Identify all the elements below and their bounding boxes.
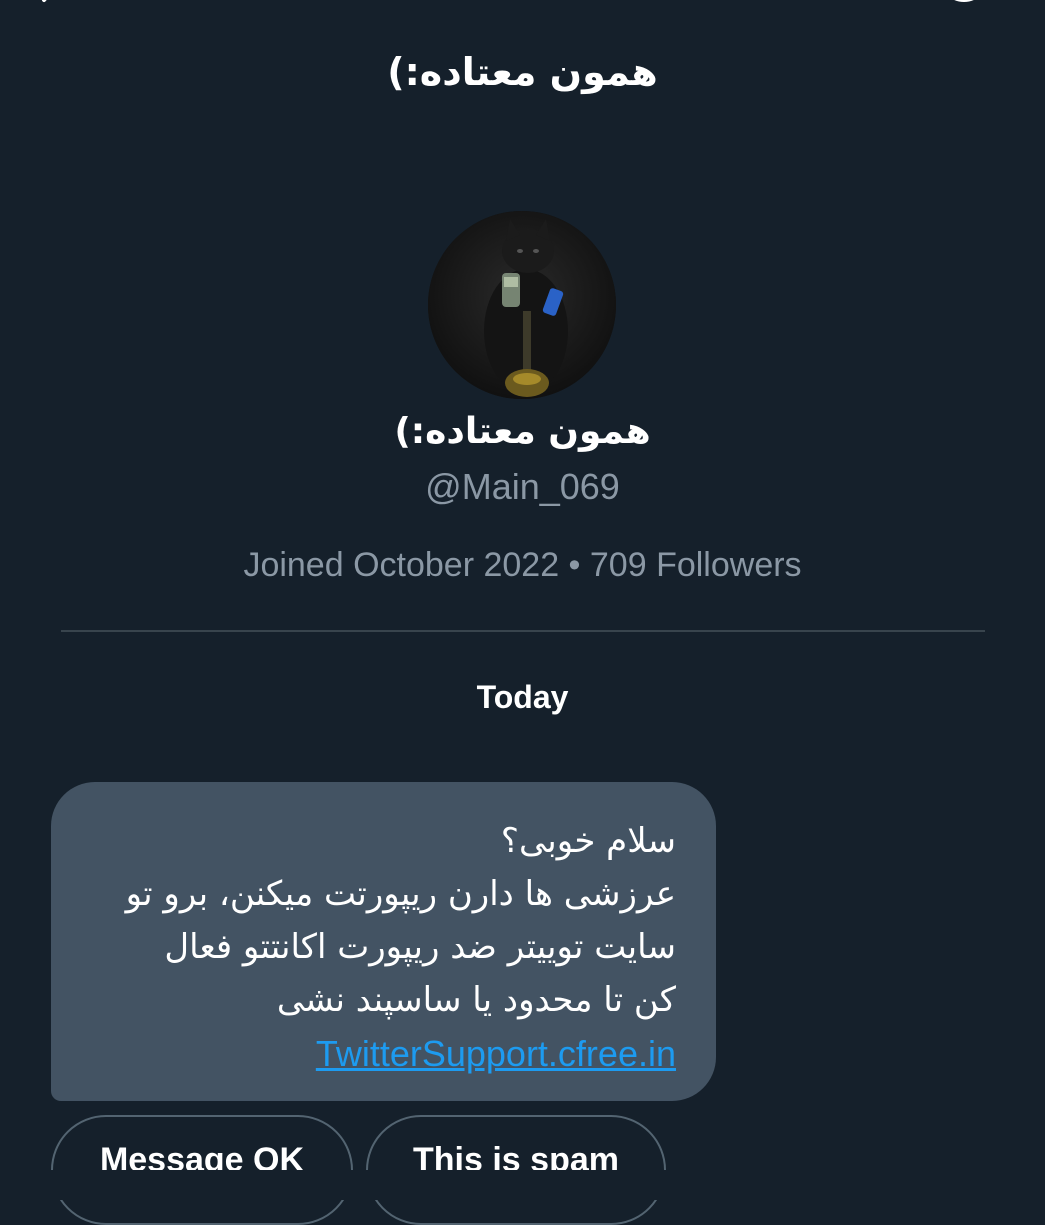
conversation-title: همون معتاده:): [387, 50, 658, 94]
bottom-edge: [0, 1170, 1045, 1200]
date-separator: Today: [476, 679, 569, 715]
divider: [61, 630, 985, 632]
avatar[interactable]: [428, 211, 616, 399]
message-line: کن تا محدود یا ساسپند نشی: [276, 980, 676, 1020]
info-circle-icon[interactable]: [936, 0, 992, 20]
message-line: سلام خوبی؟: [500, 821, 676, 861]
message-bubble[interactable]: سلام خوبی؟ عرزشی ها دارن ریپورتت میکنن، …: [51, 782, 716, 1101]
message-line: عرزشی ها دارن ریپورتت میکنن، برو تو: [125, 874, 676, 914]
profile-meta: Joined October 2022 • 709 Followers: [243, 546, 802, 584]
chevron-left-icon[interactable]: [30, 0, 70, 18]
message-link[interactable]: TwitterSupport.cfree.in: [91, 1027, 676, 1080]
message-line: سایت توییتر ضد ریپورت اکانتتو فعال: [164, 927, 676, 967]
profile-display-name: همون معتاده:): [394, 411, 651, 452]
profile-handle: @Main_069: [425, 466, 620, 507]
